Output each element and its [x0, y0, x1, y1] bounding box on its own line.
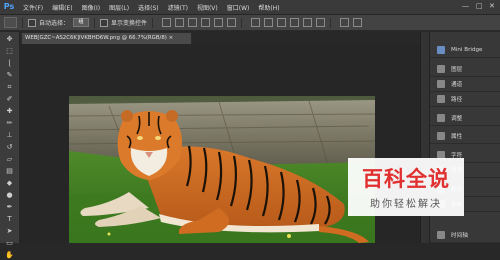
show-transform-label: 显示变换控件: [111, 20, 148, 27]
panel-adjustments-label: 调整: [451, 115, 463, 122]
paths-icon: [437, 94, 445, 103]
distribute-hcenter-icon[interactable]: [303, 18, 313, 27]
options-separator: [22, 17, 23, 28]
panel-paths[interactable]: 路径: [430, 91, 500, 107]
healing-tool-icon[interactable]: ✚: [4, 107, 15, 116]
shape-tool-icon[interactable]: ▭: [4, 239, 15, 248]
panel-paths-label: 路径: [451, 96, 463, 103]
auto-align-icon[interactable]: [340, 18, 350, 27]
history-brush-tool-icon[interactable]: ↺: [4, 143, 15, 152]
align-right-icon[interactable]: [227, 18, 237, 27]
align-hcenter-icon[interactable]: [214, 18, 224, 27]
menu-layer[interactable]: 图层(L): [109, 3, 129, 12]
panel-timeline-label: 时间轴: [451, 232, 468, 239]
quick-select-tool-icon[interactable]: ✎: [4, 71, 15, 80]
photoshop-logo: Ps: [3, 2, 15, 11]
menu-image[interactable]: 图像(I): [82, 3, 100, 12]
type-tool-icon[interactable]: T: [4, 215, 15, 224]
panel-layers-label: 图层: [451, 66, 463, 73]
pen-tool-icon[interactable]: ✒: [4, 203, 15, 212]
distribute-bottom-icon[interactable]: [277, 18, 287, 27]
menu-filter[interactable]: 滤镜(T): [168, 3, 188, 12]
menu-edit[interactable]: 编辑(E): [52, 3, 72, 12]
align-top-icon[interactable]: [162, 18, 172, 27]
timeline-icon: [437, 230, 445, 239]
options-separator: [94, 17, 96, 28]
distribute-right-icon[interactable]: [316, 18, 326, 27]
crop-tool-icon[interactable]: ⌗: [4, 83, 15, 92]
stamp-tool-icon[interactable]: ⊥: [4, 131, 15, 140]
eyedropper-tool-icon[interactable]: ✐: [4, 95, 15, 104]
distribute-top-icon[interactable]: [251, 18, 261, 27]
gradient-tool-icon[interactable]: ▤: [4, 167, 15, 176]
move-tool-preset-icon[interactable]: [4, 17, 17, 28]
channels-icon: [437, 79, 445, 88]
mini-bridge-icon: [437, 45, 445, 54]
eraser-tool-icon[interactable]: ▱: [4, 155, 15, 164]
menu-view[interactable]: 视图(V): [197, 3, 218, 12]
options-separator: [152, 17, 154, 28]
distribute-left-icon[interactable]: [290, 18, 300, 27]
options-separator: [330, 17, 332, 28]
align-vcenter-icon[interactable]: [175, 18, 185, 27]
properties-icon: [437, 131, 445, 140]
brush-tool-icon[interactable]: ✏: [4, 119, 15, 128]
path-select-tool-icon[interactable]: ➤: [4, 227, 15, 236]
mini-bridge-label: Mini Bridge: [451, 46, 483, 53]
watermark: 百科全说 助你轻松解决: [348, 158, 464, 216]
auto-select-label: 自动选择：: [39, 20, 70, 27]
blur-tool-icon[interactable]: ◆: [4, 179, 15, 188]
hand-tool-icon[interactable]: ✋: [4, 251, 15, 260]
panel-channels-label: 通道: [451, 81, 463, 88]
show-transform-checkbox[interactable]: [100, 18, 109, 27]
align-bottom-icon[interactable]: [188, 18, 198, 27]
panel-properties-label: 属性: [451, 133, 463, 140]
align-left-icon[interactable]: [201, 18, 211, 27]
options-separator: [241, 17, 243, 28]
dodge-tool-icon[interactable]: ●: [4, 191, 15, 200]
3d-mode-icon[interactable]: [353, 18, 363, 27]
maximize-button[interactable]: □: [476, 2, 483, 10]
mini-bridge-panel[interactable]: Mini Bridge: [430, 42, 500, 58]
layers-icon: [437, 64, 445, 73]
menu-window[interactable]: 窗口(W): [227, 3, 250, 12]
panel-adjustments[interactable]: 调整: [430, 110, 500, 126]
move-tool-icon[interactable]: ✥: [4, 35, 15, 44]
adjust-icon: [437, 113, 445, 122]
panel-channels[interactable]: 通道: [430, 76, 500, 92]
close-button[interactable]: ✕: [489, 2, 495, 10]
tools-panel: ✥ ⬚ ɭ ✎ ⌗ ✐ ✚ ✏ ⊥ ↺ ▱ ▤ ◆ ● ✒ T ➤ ▭ ✋: [0, 32, 20, 259]
panel-timeline[interactable]: 时间轴: [430, 227, 500, 243]
marquee-tool-icon[interactable]: ⬚: [4, 47, 15, 56]
menu-help[interactable]: 帮助(H): [258, 3, 279, 12]
watermark-title: 百科全说: [362, 167, 450, 191]
tiger-photo: [69, 96, 375, 243]
panel-layers[interactable]: 图层: [430, 61, 500, 77]
watermark-subtitle: 助你轻松解决: [370, 199, 442, 210]
distribute-vcenter-icon[interactable]: [264, 18, 274, 27]
auto-select-checkbox[interactable]: [28, 18, 36, 27]
minimize-button[interactable]: —: [462, 2, 469, 10]
menu-bar: Ps 文件(F) 编辑(E) 图像(I) 图层(L) 选择(S) 滤镜(T) 视…: [0, 0, 500, 15]
menu-select[interactable]: 选择(S): [138, 3, 159, 12]
menu-file[interactable]: 文件(F): [23, 3, 43, 12]
panel-properties[interactable]: 属性: [430, 128, 500, 144]
options-bar: 自动选择： 组 显示变换控件: [0, 15, 500, 31]
lasso-tool-icon[interactable]: ɭ: [4, 59, 15, 68]
auto-select-dropdown[interactable]: 组: [73, 18, 90, 27]
